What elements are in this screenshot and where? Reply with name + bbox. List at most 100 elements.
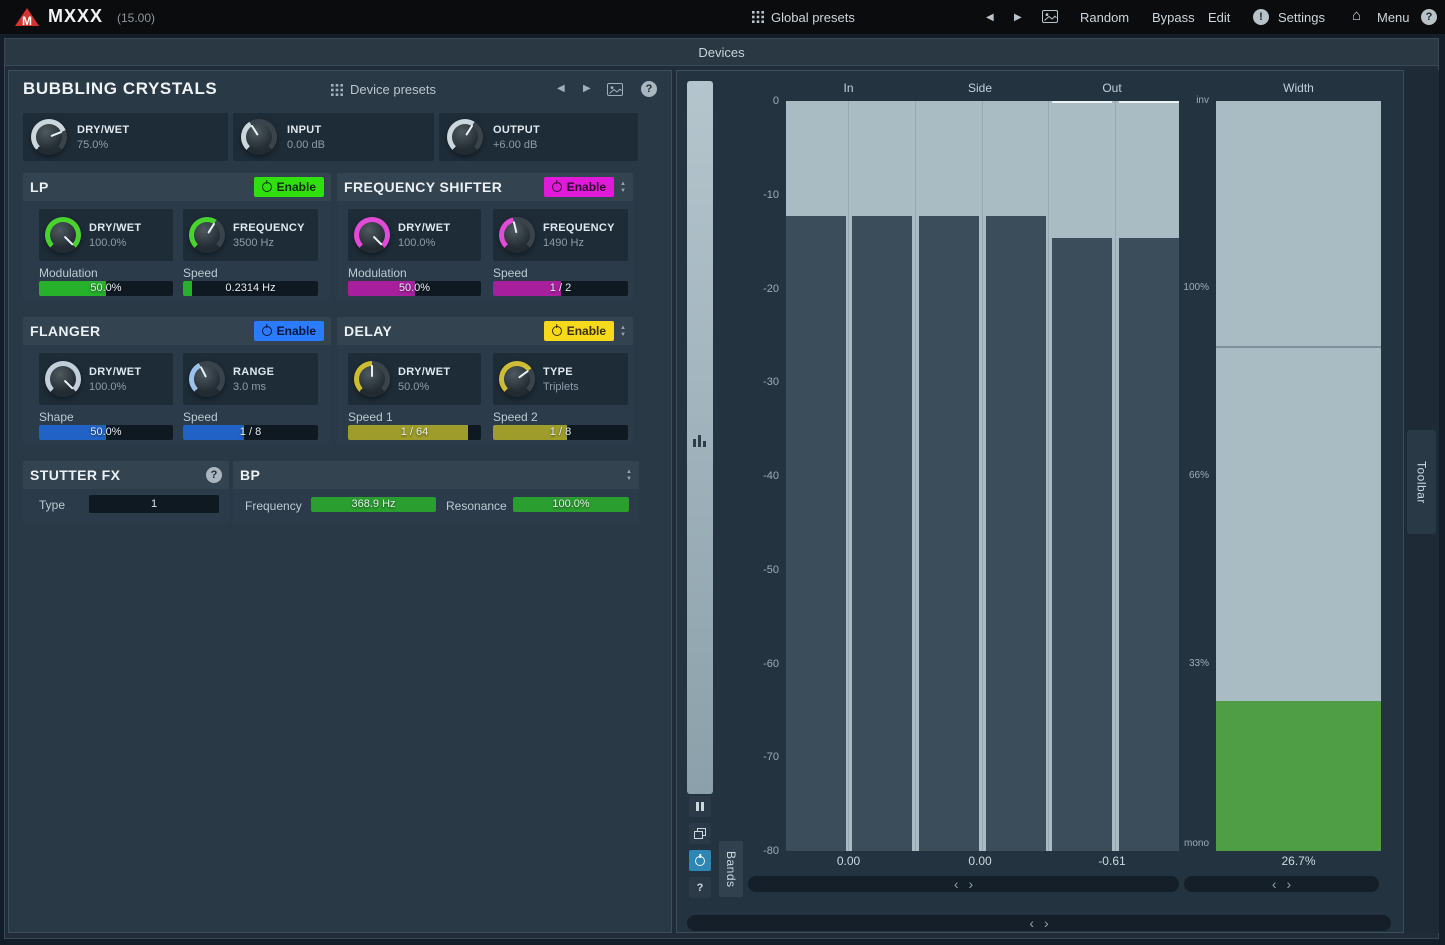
preset-image-button[interactable] [1042, 10, 1058, 28]
slider-label: Speed [183, 410, 218, 424]
flanger-drywet-knob[interactable] [45, 361, 81, 397]
lp-speed-slider[interactable]: 0.2314 Hz [183, 281, 318, 296]
meter-power-button[interactable] [689, 850, 711, 871]
flanger-shape-slider[interactable]: 50.0% [39, 425, 173, 440]
windows-button[interactable] [689, 823, 711, 844]
settings-button[interactable]: Settings [1278, 7, 1325, 27]
fs-frequency-knob[interactable] [499, 217, 535, 253]
peak-marker [1052, 101, 1112, 103]
menu-button[interactable]: Menu [1377, 7, 1410, 27]
meter-help-button[interactable]: ? [689, 877, 711, 898]
flanger-speed-slider[interactable]: 1 / 8 [183, 425, 318, 440]
pause-button[interactable] [689, 796, 711, 817]
meter-gridline [915, 101, 916, 851]
delay-speed2-slider[interactable]: 1 / 8 [493, 425, 628, 440]
lp-modulation-slider[interactable]: 50.0% [39, 281, 173, 296]
lp-frequency-knob[interactable] [189, 217, 225, 253]
home-button[interactable]: ⌂ [1352, 5, 1361, 25]
device-presets-button[interactable]: Device presets [331, 82, 436, 97]
random-button[interactable]: Random [1080, 7, 1129, 27]
preset-image-icon [607, 83, 623, 96]
help-button[interactable]: ? [1421, 9, 1437, 25]
scroll-left-icon: ‹ [954, 877, 959, 891]
device-next-preset-button[interactable]: ▶ [583, 83, 591, 94]
delay-enable-button[interactable]: Enable [544, 321, 614, 341]
knob-label: DRY/WET [89, 222, 141, 234]
delay-reorder-button[interactable]: ▲▼ [620, 325, 626, 338]
knob-value: 100.0% [89, 381, 141, 393]
help-icon: ? [697, 882, 704, 894]
device-help-button[interactable]: ? [641, 81, 657, 97]
delay-speed1-slider[interactable]: 1 / 64 [348, 425, 481, 440]
knob-label: DRY/WET [77, 124, 129, 136]
device-prev-preset-button[interactable]: ◀ [557, 83, 565, 94]
delay-drywet-knob[interactable] [354, 361, 390, 397]
device-preset-image-button[interactable] [607, 83, 623, 101]
module-bp: BP ▲▼ Frequency 368.9 Hz Resonance 100.0… [233, 461, 639, 523]
module-title: FREQUENCY SHIFTER [344, 179, 502, 195]
meter-panel: ? Bands In Side Out Width 0 -10 -20 -30 … [676, 70, 1404, 933]
delay-drywet-tile: DRY/WET50.0% [348, 353, 481, 405]
tab-toolbar[interactable]: Toolbar [1407, 430, 1436, 534]
meter-column-label-in: In [786, 81, 911, 95]
master-drywet-knob[interactable] [31, 119, 67, 155]
help-icon: ? [1426, 11, 1433, 23]
flanger-range-knob[interactable] [189, 361, 225, 397]
db-label: -80 [727, 845, 779, 857]
db-label: -30 [727, 376, 779, 388]
fs-enable-button[interactable]: Enable [544, 177, 614, 197]
module-stutter-fx: STUTTER FX ? Type 1 [23, 461, 229, 523]
meter-zoom-slider[interactable] [687, 81, 713, 794]
flanger-enable-button[interactable]: Enable [254, 321, 324, 341]
stutter-help-button[interactable]: ? [206, 467, 222, 483]
db-label: -20 [727, 283, 779, 295]
meter-gridline [848, 101, 849, 851]
stutter-type-field[interactable]: 1 [89, 495, 219, 513]
home-icon: ⌂ [1352, 7, 1361, 24]
slider-value: 0.2314 Hz [183, 281, 318, 296]
lp-enable-button[interactable]: Enable [254, 177, 324, 197]
delay-type-knob[interactable] [499, 361, 535, 397]
global-presets-button[interactable]: Global presets [752, 7, 855, 27]
sort-up-icon: ▲ [626, 469, 632, 475]
fs-speed-slider[interactable]: 1 / 2 [493, 281, 628, 296]
module-title: DELAY [344, 323, 392, 339]
width-marker [1216, 346, 1381, 348]
level-meter-display [786, 101, 1179, 851]
lp-drywet-knob[interactable] [45, 217, 81, 253]
knob-value: +6.00 dB [493, 139, 540, 151]
db-label: -50 [727, 564, 779, 576]
knob-value: 3500 Hz [233, 237, 305, 249]
bp-reorder-button[interactable]: ▲▼ [626, 469, 632, 482]
tab-devices[interactable]: Devices [698, 45, 744, 60]
module-flanger: FLANGER Enable DRY/WET100.0% RANGE3.0 ms… [23, 317, 331, 445]
master-output-knob[interactable] [447, 119, 483, 155]
previous-preset-button[interactable]: ◀ [986, 7, 994, 27]
device-panel: BUBBLING CRYSTALS Device presets ◀ ▶ ? D… [8, 70, 672, 933]
bypass-button[interactable]: Bypass [1152, 7, 1195, 27]
knob-label: DRY/WET [398, 222, 450, 234]
slider-value: 1 / 64 [348, 425, 481, 440]
meter-bar-side-l [919, 101, 979, 851]
slider-value: 50.0% [39, 425, 173, 440]
fs-reorder-button[interactable]: ▲▼ [620, 181, 626, 194]
master-input-knob[interactable] [241, 119, 277, 155]
bp-frequency-label: Frequency [245, 499, 302, 513]
next-preset-button[interactable]: ▶ [1014, 7, 1022, 27]
module-frequency-shifter: FREQUENCY SHIFTER Enable ▲▼ DRY/WET100.0… [337, 173, 633, 301]
slider-label: Modulation [348, 266, 407, 280]
slider-value: 1 / 2 [493, 281, 628, 296]
edit-button[interactable]: Edit [1208, 7, 1230, 27]
fs-modulation-slider[interactable]: 50.0% [348, 281, 481, 296]
slider-label: Speed [183, 266, 218, 280]
panel-scrollbar[interactable]: ‹ › [687, 915, 1391, 931]
module-header: DELAY Enable ▲▼ [337, 317, 633, 345]
width-scrollbar[interactable]: ‹ › [1184, 876, 1379, 892]
alert-icon[interactable]: ! [1253, 9, 1269, 25]
meter-fill [986, 216, 1046, 851]
meter-scrollbar[interactable]: ‹ › [748, 876, 1179, 892]
bp-frequency-slider[interactable]: 368.9 Hz [311, 497, 436, 512]
meter-fill [919, 216, 979, 851]
fs-drywet-knob[interactable] [354, 217, 390, 253]
bp-resonance-slider[interactable]: 100.0% [513, 497, 629, 512]
